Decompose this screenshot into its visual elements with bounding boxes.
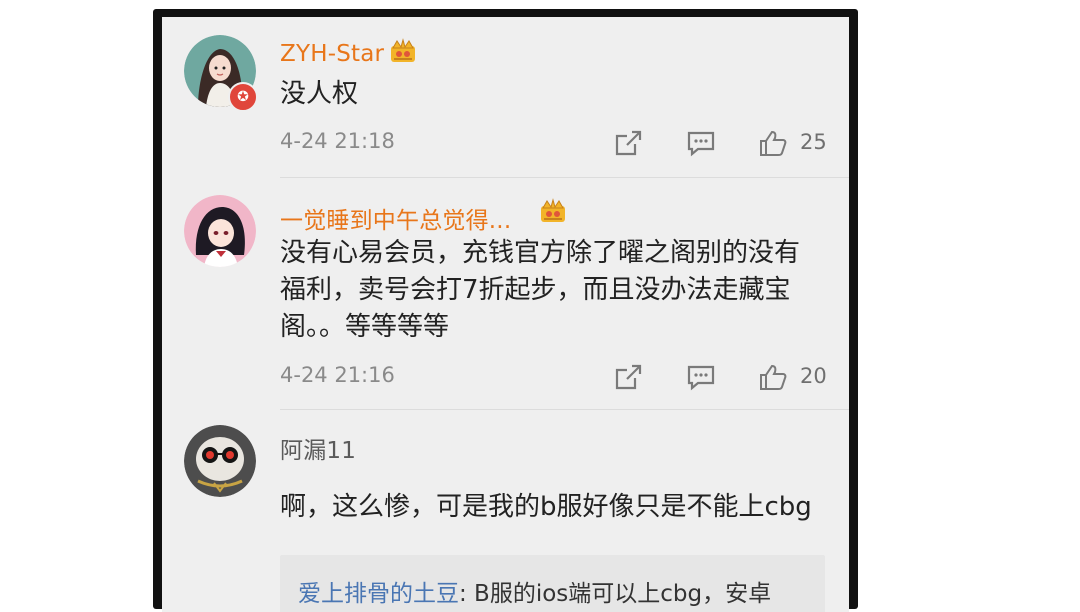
avatar-image [184, 425, 256, 497]
comment-text: 没有心易会员，充钱官方除了曜之阁别的没有福利，卖号会打7折起步，而且没办法走藏宝… [280, 238, 801, 342]
thumbs-up-icon[interactable] [758, 363, 788, 391]
crown-vip-icon [391, 38, 415, 62]
comment-item: ✪ ZYH-Star 没人权 4-24 21:18 25 [162, 17, 849, 187]
share-icon[interactable] [613, 129, 643, 157]
share-icon[interactable] [613, 363, 643, 391]
comment-time: 4-24 21:18 [280, 129, 395, 153]
reply-line: 爱上排骨的土豆: B服的ios端可以上cbg，安卓 [298, 574, 771, 608]
comment-text: 啊，这么惨，可是我的b服好像只是不能上cbg [280, 492, 812, 522]
comment-icon[interactable] [686, 363, 716, 391]
comment-username[interactable]: ZYH-Star [280, 41, 384, 67]
comment-time: 4-24 21:16 [280, 363, 395, 387]
comment-icon[interactable] [686, 129, 716, 157]
reply-username[interactable]: 爱上排骨的土豆 [298, 581, 459, 607]
comment-meta: 4-24 21:18 25 [280, 129, 827, 159]
crown-vip-icon [541, 198, 565, 222]
like-count: 25 [800, 130, 827, 154]
comment-text: 没人权 [280, 79, 359, 109]
verified-star-icon: ✪ [228, 82, 258, 112]
reply-preview[interactable]: 爱上排骨的土豆: B服的ios端可以上cbg，安卓 [280, 555, 825, 612]
like-count: 20 [800, 364, 827, 388]
reply-text: : B服的ios端可以上cbg，安卓 [459, 581, 772, 607]
avatar[interactable] [184, 195, 256, 267]
avatar-image [184, 195, 256, 267]
avatar[interactable] [184, 425, 256, 497]
comment-list[interactable]: ✪ ZYH-Star 没人权 4-24 21:18 25 一觉睡到中午总觉得..… [162, 17, 849, 612]
comment-meta: 4-24 21:16 20 [280, 363, 827, 393]
thumbs-up-icon[interactable] [758, 129, 788, 157]
comment-username[interactable]: 阿漏11 [280, 431, 356, 465]
comment-username[interactable]: 一觉睡到中午总觉得... [280, 201, 511, 235]
comment-item: 一觉睡到中午总觉得... 没有心易会员，充钱官方除了曜之阁别的没有福利，卖号会打… [162, 177, 849, 409]
